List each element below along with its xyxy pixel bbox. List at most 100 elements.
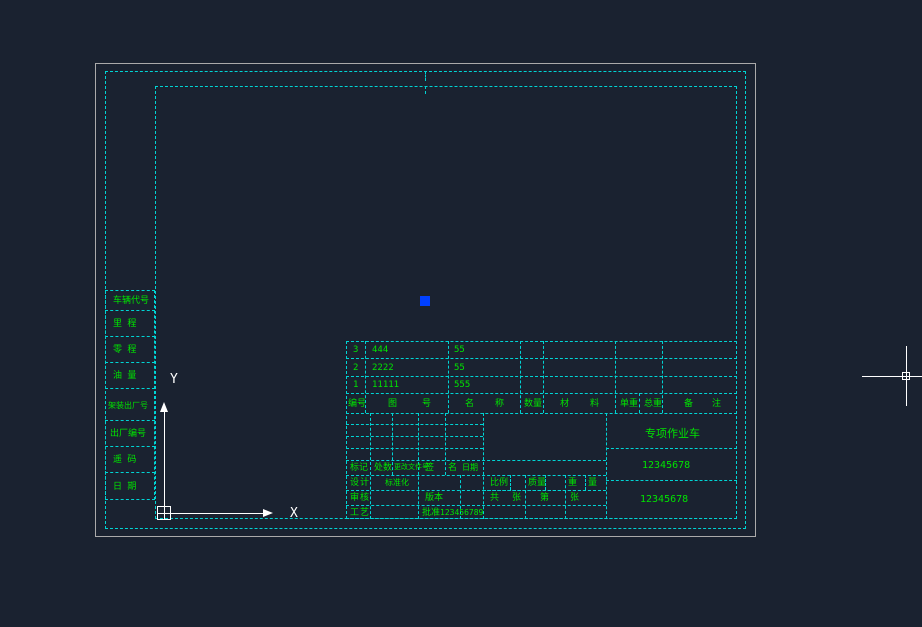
idx2: 2 xyxy=(353,364,358,373)
grid-line xyxy=(510,475,511,490)
r5c3: 版本 xyxy=(425,494,443,503)
y-label: Y xyxy=(170,372,178,387)
grid-line xyxy=(639,393,640,413)
r1c3: 更改文件号 xyxy=(394,464,429,471)
grid-line xyxy=(483,490,606,491)
y-arrow-icon xyxy=(160,402,168,412)
code2: 12345678 xyxy=(640,495,688,505)
grid-line xyxy=(445,413,446,475)
x-axis xyxy=(171,513,263,514)
grid-line xyxy=(662,341,663,413)
r2c4: 比例 xyxy=(490,479,508,488)
left-row5: 出厂编号 xyxy=(110,430,146,439)
grid-line xyxy=(392,413,393,475)
r4c3: 批准 xyxy=(422,509,440,518)
left-row4: 架装出厂号 xyxy=(108,402,148,410)
grid-line xyxy=(346,358,737,359)
r2c2: 计 xyxy=(360,479,369,488)
grid-line xyxy=(565,475,566,519)
grid-line xyxy=(525,475,526,519)
grid-line xyxy=(543,341,544,413)
grid-line xyxy=(346,376,737,377)
title-name: 专项作业车 xyxy=(645,428,700,439)
r4c1: 工 xyxy=(350,509,359,518)
grid-line xyxy=(346,460,606,461)
grid-line xyxy=(105,388,155,389)
c1-2: 2222 xyxy=(372,364,394,373)
grid-line xyxy=(346,436,483,437)
c2-1: 555 xyxy=(454,381,470,390)
selection-grip[interactable] xyxy=(420,296,430,306)
r1c1: 标记 xyxy=(350,464,368,473)
h6: 材 xyxy=(560,400,569,409)
r2c5: 质量 xyxy=(528,479,546,488)
r1c4: 签 xyxy=(425,464,434,473)
grid-line xyxy=(105,446,155,447)
center-tick-top xyxy=(425,71,426,81)
r2c6: 重 xyxy=(568,479,577,488)
grid-line xyxy=(448,341,449,413)
r3c1: 审 xyxy=(350,494,359,503)
h9: 总重 xyxy=(644,400,662,409)
grid-line xyxy=(346,505,606,506)
r3c2: 核 xyxy=(360,494,369,503)
c1-3: 444 xyxy=(372,346,388,355)
grid-line xyxy=(346,413,737,414)
grid-line xyxy=(105,362,155,363)
y-axis xyxy=(164,412,165,506)
h2: 号 xyxy=(422,400,431,409)
left-row1: 里 程 xyxy=(113,320,136,329)
r4c4: 共 xyxy=(490,494,499,503)
x-arrow-icon xyxy=(263,509,273,517)
x-label: X xyxy=(290,506,298,521)
r4c2: 艺 xyxy=(360,509,369,518)
r4c7: 张 xyxy=(570,494,579,503)
h8: 单重 xyxy=(620,400,638,409)
grid-line xyxy=(615,341,616,413)
c2-2: 55 xyxy=(454,364,465,373)
h7: 料 xyxy=(590,400,599,409)
grid-line xyxy=(105,472,155,473)
h5: 数量 xyxy=(524,400,542,409)
left-row3: 油 量 xyxy=(113,372,136,381)
grid-line xyxy=(105,336,155,337)
grid-line xyxy=(105,420,155,421)
grid-line xyxy=(606,480,737,481)
r1c6: 日期 xyxy=(462,464,478,472)
grid-line xyxy=(483,413,484,519)
h4: 称 xyxy=(495,400,504,409)
grid-line xyxy=(520,341,521,413)
code1: 12345678 xyxy=(642,461,690,471)
c2-3: 55 xyxy=(454,346,465,355)
h11: 注 xyxy=(712,400,721,409)
center-tick-top-inner xyxy=(425,86,426,94)
h10: 备 xyxy=(684,400,693,409)
crosshair-pickbox-icon xyxy=(902,372,910,380)
idx1: 1 xyxy=(353,381,358,390)
grid-line xyxy=(606,413,607,519)
grid-line xyxy=(346,475,606,476)
grid-line xyxy=(346,448,483,449)
grid-line xyxy=(606,448,737,449)
r4c5: 张 xyxy=(512,494,521,503)
ucs-origin-icon xyxy=(157,506,171,520)
h0: 编号 xyxy=(348,400,366,409)
left-row7: 日 期 xyxy=(113,483,136,492)
r1c5: 名 xyxy=(448,464,457,473)
grid-line xyxy=(105,310,155,311)
left-row0: 车辆代号 xyxy=(113,297,149,306)
grid-line xyxy=(585,475,586,490)
grid-line xyxy=(346,424,483,425)
c1-1: 11111 xyxy=(372,381,399,390)
left-row2: 零 程 xyxy=(113,346,136,355)
r2c7: 量 xyxy=(588,479,597,488)
grid-line xyxy=(346,393,737,394)
r2c1: 设 xyxy=(350,479,359,488)
idx3: 3 xyxy=(353,346,358,355)
r1c2: 处数 xyxy=(374,464,392,473)
h1: 图 xyxy=(388,400,397,409)
left-row6: 遥 码 xyxy=(113,456,136,465)
h3: 名 xyxy=(465,400,474,409)
r5c4: 123456789 xyxy=(440,509,483,517)
crosshair-horizontal xyxy=(862,376,922,377)
